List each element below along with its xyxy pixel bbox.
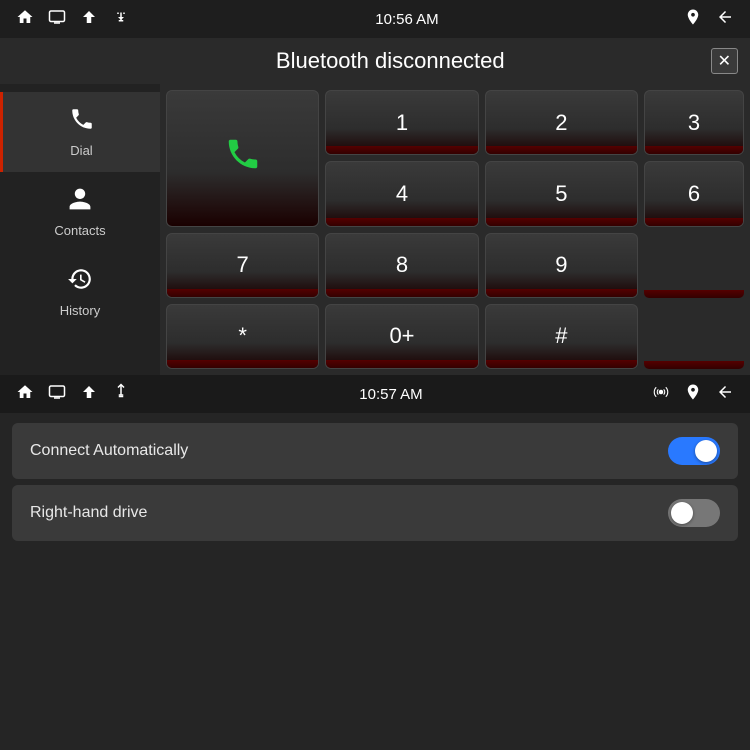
back-icon-top[interactable] — [716, 8, 734, 31]
location-icon[interactable] — [684, 8, 702, 31]
sidebar-item-history[interactable]: History — [0, 252, 160, 332]
dial-key-5[interactable]: 5 — [485, 161, 638, 226]
dial-key-7[interactable]: 7 — [166, 233, 319, 298]
call-button[interactable] — [166, 90, 319, 227]
dialpad-grid: 1 2 3 4 5 6 7 8 9 * 0+ — [166, 90, 744, 369]
usb-icon-2[interactable] — [112, 383, 130, 406]
close-button[interactable]: ✕ — [711, 48, 738, 74]
home-icon-2[interactable] — [16, 383, 34, 406]
sidebar-item-dial[interactable]: Dial — [0, 92, 160, 172]
top-status-bar: 10:56 AM — [0, 0, 750, 38]
back-icon-bottom[interactable] — [716, 383, 734, 406]
sidebar-item-contacts[interactable]: Contacts — [0, 172, 160, 252]
home-icon[interactable] — [16, 8, 34, 31]
right-hand-drive-label: Right-hand drive — [30, 504, 147, 522]
dialpad-area: 1 2 3 4 5 6 7 8 9 * 0+ — [160, 84, 750, 375]
toggle-knob-rhd — [671, 502, 693, 524]
sidebar: Dial Contacts History — [0, 84, 160, 375]
status-bar-left-icons — [16, 8, 130, 31]
bottom-status-left — [16, 383, 130, 406]
usb-icon[interactable] — [112, 8, 130, 31]
call-phone-icon — [224, 135, 262, 181]
history-icon — [67, 266, 93, 299]
right-hand-drive-toggle[interactable] — [668, 499, 720, 527]
dial-key-6[interactable]: 6 — [644, 161, 744, 226]
settings-item-right-hand-drive: Right-hand drive — [12, 485, 738, 541]
dial-key-8[interactable]: 8 — [325, 233, 478, 298]
location-icon-2[interactable] — [684, 383, 702, 406]
bottom-panel: 10:57 AM Connect Automatically Right-han… — [0, 375, 750, 750]
close-icon: ✕ — [718, 51, 731, 71]
dial-key-hash[interactable]: # — [485, 304, 638, 369]
connect-auto-toggle[interactable] — [668, 437, 720, 465]
dial-key-spacer — [644, 233, 744, 298]
person-icon — [67, 186, 93, 219]
bt-banner: Bluetooth disconnected ✕ — [0, 38, 750, 84]
settings-list: Connect Automatically Right-hand drive — [0, 413, 750, 557]
dial-key-2[interactable]: 2 — [485, 90, 638, 155]
wifi-icon[interactable] — [652, 383, 670, 406]
settings-item-connect-auto: Connect Automatically — [12, 423, 738, 479]
status-bar-right-icons — [684, 8, 734, 31]
dial-label: Dial — [70, 143, 92, 158]
bottom-status-bar: 10:57 AM — [0, 375, 750, 413]
chevron-up-icon[interactable] — [80, 8, 98, 31]
chevron-up-icon-2[interactable] — [80, 383, 98, 406]
dial-key-0[interactable]: 0+ — [325, 304, 478, 369]
dial-key-9[interactable]: 9 — [485, 233, 638, 298]
toggle-knob-connect — [695, 440, 717, 462]
bt-title: Bluetooth disconnected — [70, 48, 711, 74]
dial-key-3[interactable]: 3 — [644, 90, 744, 155]
dial-key-star[interactable]: * — [166, 304, 319, 369]
connect-auto-label: Connect Automatically — [30, 442, 188, 460]
top-time: 10:56 AM — [375, 11, 438, 28]
bottom-time: 10:57 AM — [359, 386, 422, 403]
top-panel: 10:56 AM Bluetooth disconnected ✕ — [0, 0, 750, 375]
screen-icon-2[interactable] — [48, 383, 66, 406]
history-label: History — [60, 303, 100, 318]
dial-key-1[interactable]: 1 — [325, 90, 478, 155]
dial-key-4[interactable]: 4 — [325, 161, 478, 226]
main-content: Dial Contacts History 1 2 — [0, 84, 750, 375]
bottom-status-right — [652, 383, 734, 406]
contacts-label: Contacts — [54, 223, 105, 238]
screen-icon[interactable] — [48, 8, 66, 31]
dial-key-spacer2 — [644, 304, 744, 369]
phone-icon — [69, 106, 95, 139]
